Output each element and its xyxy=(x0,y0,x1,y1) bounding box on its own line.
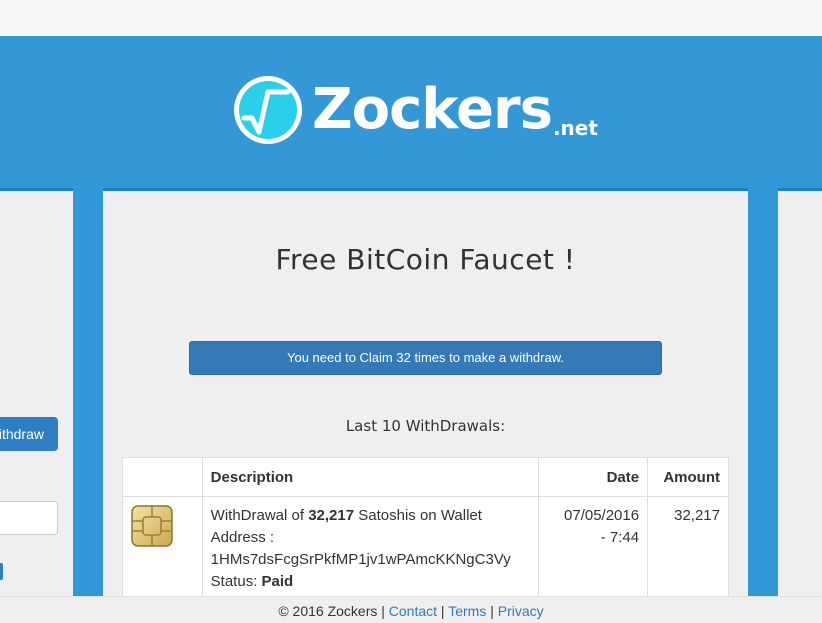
wallet-address: 1HMs7dsFcgSrPkfMP1jv1wPAmcKKNgC3Vy xyxy=(210,551,511,568)
footer-copyright: © 2016 Zockers xyxy=(278,603,378,619)
withdrawals-table: Description Date Amount WithDrawal of 32… xyxy=(122,457,729,596)
footer-link-contact[interactable]: Contact xyxy=(389,603,437,619)
row-amount: 32,217 xyxy=(647,496,729,596)
table-header-row: Description Date Amount xyxy=(122,457,729,497)
status-value: Paid xyxy=(261,573,294,590)
desc-prefix: WithDrawal of xyxy=(210,507,309,524)
logo-chart-icon xyxy=(234,76,302,144)
header-icon-col xyxy=(122,457,203,497)
footer-link-terms[interactable]: Terms xyxy=(448,603,486,619)
date-line-2: - 7:44 xyxy=(600,529,640,546)
address-label: Address : xyxy=(210,529,275,546)
footer-link-privacy[interactable]: Privacy xyxy=(498,603,544,619)
page-title: Free BitCoin Faucet ! xyxy=(275,243,576,276)
left-sidebar: Withdraw xyxy=(0,188,73,596)
bitcoin-chip-icon xyxy=(131,505,173,547)
table-row: WithDrawal of 32,217 Satoshis on Wallet … xyxy=(122,496,729,596)
footer-separator: | xyxy=(490,603,494,619)
footer-separator: | xyxy=(440,603,445,619)
desc-suffix: Satoshis on Wallet xyxy=(354,507,482,524)
claim-notice: You need to Claim 32 times to make a wit… xyxy=(189,341,662,375)
logo-tld: .net xyxy=(552,116,598,140)
status-label: Status: xyxy=(210,573,262,590)
site-footer: © 2016 Zockers | Contact | Terms | Priva… xyxy=(0,596,822,623)
sidebar-input[interactable] xyxy=(0,501,58,535)
row-icon-cell xyxy=(122,496,203,596)
withdraw-button[interactable]: Withdraw xyxy=(0,417,58,451)
header-description: Description xyxy=(201,457,540,497)
right-sidebar xyxy=(778,188,822,596)
header-date: Date xyxy=(538,457,649,497)
main-panel: Free BitCoin Faucet ! You need to Claim … xyxy=(103,188,748,596)
withdrawal-line: WithDrawal of 32,217 Satoshis on Wallet xyxy=(211,505,531,527)
row-description: WithDrawal of 32,217 Satoshis on Wallet … xyxy=(201,496,540,596)
browser-top-strip xyxy=(0,0,822,36)
sidebar-tab-marker[interactable] xyxy=(0,563,3,580)
logo-name: Zockers xyxy=(312,77,553,142)
withdrawals-heading: Last 10 WithDrawals: xyxy=(345,417,506,435)
footer-separator: | xyxy=(381,603,385,619)
site-logo[interactable]: Zockers .net xyxy=(232,74,598,148)
status-line: Status: Paid xyxy=(211,571,531,593)
header-amount: Amount xyxy=(647,457,729,497)
row-date: 07/05/2016 - 7:44 xyxy=(538,496,649,596)
date-line-1: 07/05/2016 xyxy=(564,507,640,524)
desc-amount: 32,217 xyxy=(308,507,355,524)
